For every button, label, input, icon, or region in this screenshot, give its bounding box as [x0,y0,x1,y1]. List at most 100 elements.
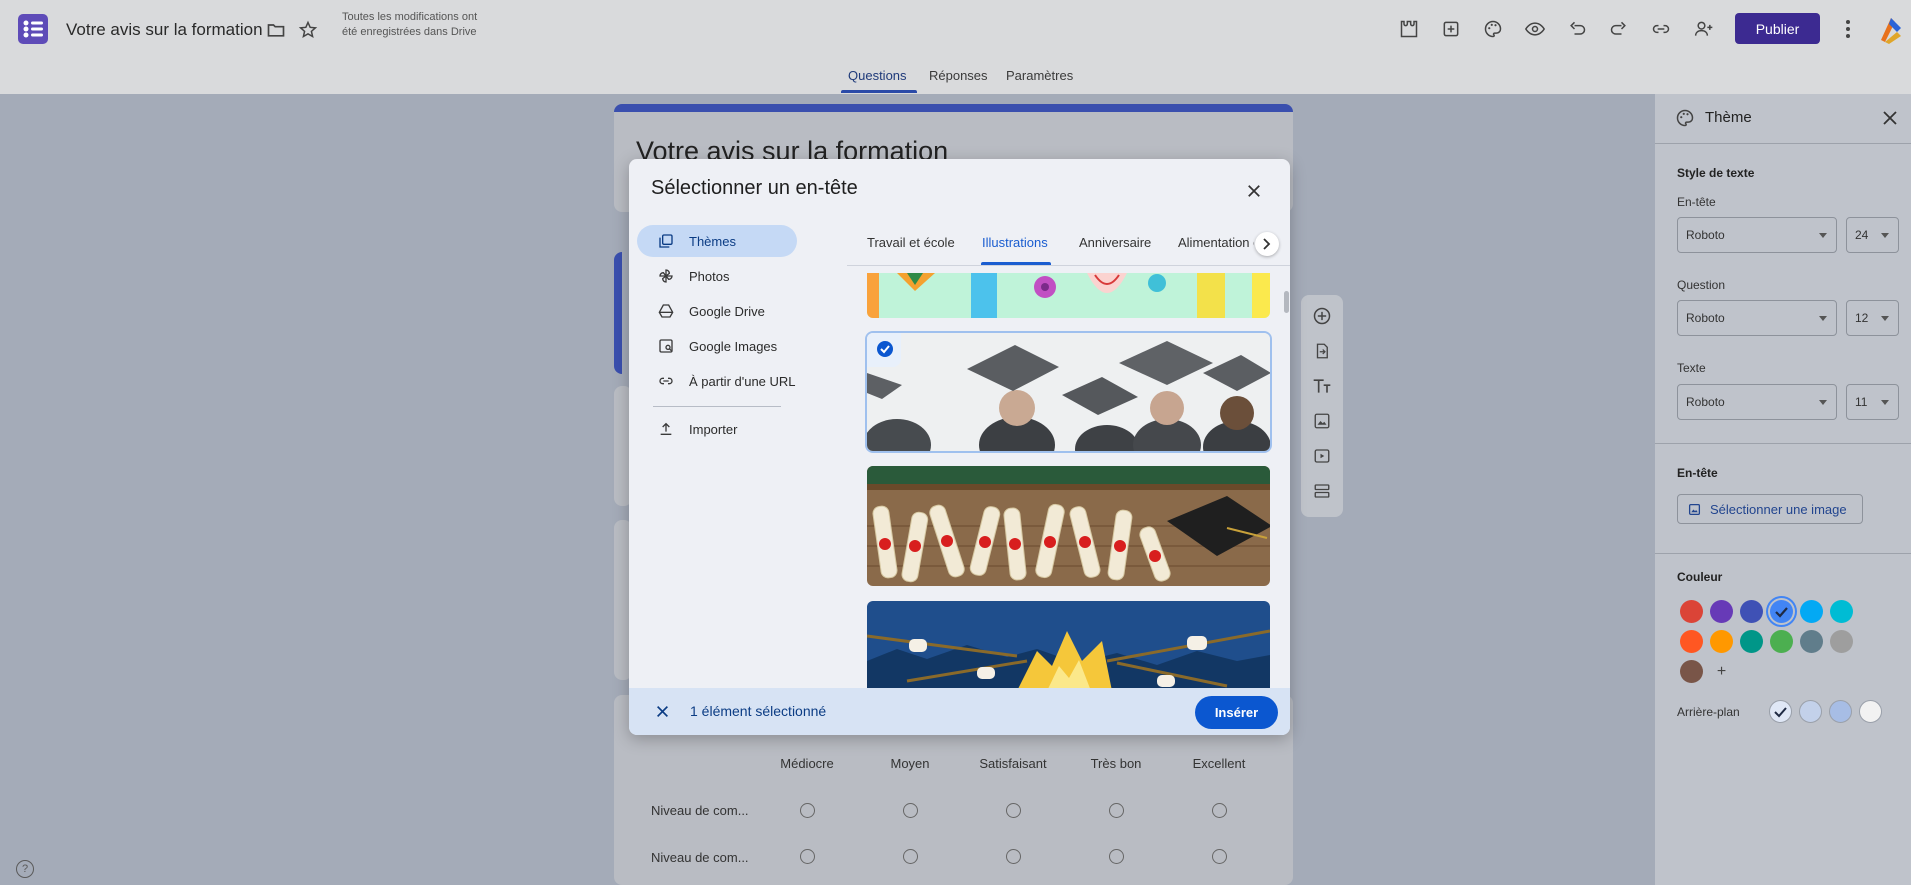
preview-eye-icon[interactable] [1523,17,1547,41]
add-collaborator-icon[interactable] [1692,17,1716,41]
divider [1655,553,1911,554]
grid-column-header: Moyen [890,756,930,771]
background-swatch[interactable] [1799,700,1822,723]
grid-radio[interactable] [1212,803,1227,818]
tab-questions[interactable]: Questions [848,68,907,83]
header-image-tile-selected[interactable] [867,333,1270,451]
grid-radio[interactable] [800,849,815,864]
question-size-select[interactable]: 12 [1846,300,1899,336]
add-section-icon[interactable] [1312,481,1332,501]
add-title-icon[interactable] [1312,376,1332,396]
question-font-select[interactable]: Roboto [1677,300,1837,336]
color-swatch[interactable] [1680,660,1703,683]
tab-settings[interactable]: Paramètres [1006,68,1073,83]
background-swatch[interactable] [1829,700,1852,723]
nav-item-from-url[interactable]: À partir d'une URL [637,365,797,397]
header-image-tile[interactable] [867,601,1270,691]
nav-item-label: Google Images [689,338,778,354]
insert-button[interactable]: Insérer [1195,696,1278,729]
import-questions-icon[interactable] [1312,341,1332,361]
grid-radio[interactable] [1109,849,1124,864]
link-icon[interactable] [1649,17,1673,41]
redo-icon[interactable] [1607,17,1631,41]
grid-radio[interactable] [1006,849,1021,864]
theme-panel [1655,94,1911,885]
add-custom-color-icon[interactable]: + [1710,660,1733,683]
grid-radio[interactable] [1109,803,1124,818]
tab-responses[interactable]: Réponses [929,68,988,83]
grid-radio[interactable] [903,803,918,818]
help-icon[interactable]: ? [16,860,34,878]
clear-selection-icon[interactable] [653,702,671,720]
grid-radio[interactable] [903,849,918,864]
color-swatch[interactable] [1740,630,1763,653]
star-icon[interactable] [296,18,320,42]
nav-item-upload[interactable]: Importer [637,413,797,445]
add-question-icon[interactable] [1312,306,1332,326]
grid-radio[interactable] [1006,803,1021,818]
header-image-tile[interactable] [867,273,1270,318]
color-swatch[interactable] [1830,600,1853,623]
chevron-right-icon[interactable] [1255,232,1279,256]
campfire-illustration [867,601,1270,691]
text-font-select[interactable]: Roboto [1677,384,1837,420]
addons-icon[interactable] [1397,17,1421,41]
category-tab[interactable]: Alimentation et boissons [1178,235,1254,250]
nav-item-google-images[interactable]: Google Images [637,330,797,362]
header-font-label: En-tête [1677,195,1716,209]
color-swatch[interactable] [1710,630,1733,653]
dialog-title: Sélectionner un en-tête [651,177,858,199]
category-tab[interactable]: Anniversaire [1079,235,1151,250]
folder-icon[interactable] [264,18,288,42]
color-swatch[interactable] [1830,630,1853,653]
close-icon[interactable] [1878,106,1902,130]
selection-count: 1 élément sélectionné [690,703,827,719]
select-value: 11 [1855,395,1868,409]
color-swatch[interactable] [1680,630,1703,653]
doc-title[interactable]: Votre avis sur la formation [66,20,263,40]
header-size-select[interactable]: 24 [1846,217,1899,253]
more-options-icon[interactable] [1836,17,1860,41]
color-swatch[interactable] [1770,630,1793,653]
select-header-dialog: Sélectionner un en-tête Thèmes Photos Go… [629,159,1290,735]
nav-item-drive[interactable]: Google Drive [637,295,797,327]
graduation-caps-illustration [867,333,1270,451]
background-swatch[interactable] [1859,700,1882,723]
add-image-icon[interactable] [1312,411,1332,431]
header-image-tile[interactable] [867,466,1270,586]
check-circle-icon [877,341,893,357]
select-image-button[interactable]: Sélectionner une image [1677,494,1863,524]
color-swatch[interactable] [1800,630,1823,653]
scrollbar-thumb[interactable] [1284,291,1289,313]
diplomas-illustration [867,466,1270,586]
grid-radio[interactable] [1212,849,1227,864]
nav-item-photos[interactable]: Photos [637,260,797,292]
apps-launcher-icon[interactable] [1877,14,1905,44]
palette-icon[interactable] [1481,17,1505,41]
image-search-icon [657,337,675,355]
color-swatch[interactable] [1800,600,1823,623]
nav-item-themes[interactable]: Thèmes [637,225,797,257]
publish-button[interactable]: Publier [1735,13,1820,44]
text-size-select[interactable]: 11 [1846,384,1899,420]
forms-logo-icon[interactable] [18,14,48,44]
undo-icon[interactable] [1565,17,1589,41]
header-font-select[interactable]: Roboto [1677,217,1837,253]
nav-item-label: Google Drive [689,303,765,319]
active-card-indicator [614,252,622,374]
grid-radio[interactable] [800,803,815,818]
color-swatch[interactable] [1680,600,1703,623]
color-swatch[interactable] [1770,600,1793,623]
close-icon[interactable] [1242,179,1266,203]
divider [1655,143,1911,144]
check-icon [1774,707,1787,718]
floating-toolbar [1301,295,1343,517]
color-swatch[interactable] [1710,600,1733,623]
background-swatch[interactable] [1769,700,1792,723]
color-heading: Couleur [1677,570,1723,584]
category-tab[interactable]: Travail et école [867,235,955,250]
ai-suggest-icon[interactable] [1439,17,1463,41]
add-video-icon[interactable] [1312,446,1332,466]
color-swatch[interactable] [1740,600,1763,623]
category-tab[interactable]: Illustrations [982,235,1048,250]
